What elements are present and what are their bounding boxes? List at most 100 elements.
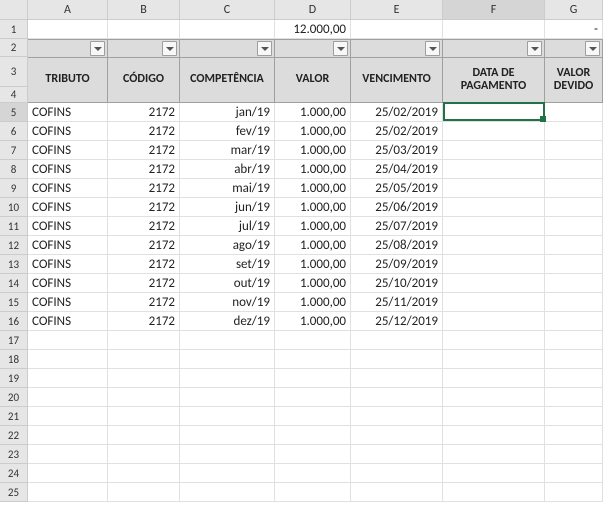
- cell-codigo[interactable]: 2172: [108, 293, 180, 312]
- cell[interactable]: [443, 369, 545, 388]
- header-vencimento[interactable]: VENCIMENTO: [351, 57, 443, 103]
- filter-dropdown-icon[interactable]: [425, 41, 440, 56]
- cell[interactable]: [180, 464, 275, 483]
- cell-tributo[interactable]: COFINS: [28, 293, 108, 312]
- cell-competencia[interactable]: abr/19: [180, 160, 275, 179]
- cell-c1[interactable]: [180, 20, 275, 39]
- row-header-23[interactable]: 23: [0, 445, 28, 464]
- cell[interactable]: [275, 426, 351, 445]
- cell[interactable]: [28, 464, 108, 483]
- cell[interactable]: [351, 350, 443, 369]
- filter-dropdown-icon[interactable]: [162, 41, 177, 56]
- cell[interactable]: [275, 331, 351, 350]
- cell-valor-devido[interactable]: [545, 236, 603, 255]
- row-header-25[interactable]: 25: [0, 483, 28, 502]
- cell[interactable]: [351, 483, 443, 502]
- cell[interactable]: [443, 483, 545, 502]
- cell-data-pagamento[interactable]: [443, 236, 545, 255]
- col-header-c[interactable]: C: [180, 0, 275, 20]
- cell[interactable]: [545, 426, 603, 445]
- row-header-2[interactable]: 2: [0, 39, 28, 57]
- cell-vencimento[interactable]: 25/07/2019: [351, 217, 443, 236]
- cell[interactable]: [108, 407, 180, 426]
- cell-tributo[interactable]: COFINS: [28, 179, 108, 198]
- cell[interactable]: [28, 445, 108, 464]
- cell-competencia[interactable]: jan/19: [180, 103, 275, 122]
- cell-valor[interactable]: 1.000,00: [275, 122, 351, 141]
- cell-tributo[interactable]: COFINS: [28, 122, 108, 141]
- row-header-6[interactable]: 6: [0, 122, 28, 141]
- cell-tributo[interactable]: COFINS: [28, 312, 108, 331]
- cell-data-pagamento[interactable]: [443, 217, 545, 236]
- cell-codigo[interactable]: 2172: [108, 312, 180, 331]
- col-header-g[interactable]: G: [545, 0, 603, 20]
- row-header-16[interactable]: 16: [0, 312, 28, 331]
- cell[interactable]: [108, 464, 180, 483]
- cell[interactable]: [108, 445, 180, 464]
- col-header-d[interactable]: D: [275, 0, 351, 20]
- header-data-pagamento[interactable]: DATA DE PAGAMENTO: [443, 57, 545, 103]
- cell-valor-devido[interactable]: [545, 122, 603, 141]
- cell-vencimento[interactable]: 25/03/2019: [351, 141, 443, 160]
- row-header-4[interactable]: 4: [0, 87, 28, 103]
- cell[interactable]: [108, 483, 180, 502]
- row-header-19[interactable]: 19: [0, 369, 28, 388]
- cell-valor[interactable]: 1.000,00: [275, 217, 351, 236]
- cell-codigo[interactable]: 2172: [108, 103, 180, 122]
- cell[interactable]: [275, 369, 351, 388]
- cell[interactable]: [545, 445, 603, 464]
- cell-codigo[interactable]: 2172: [108, 255, 180, 274]
- row-header-5[interactable]: 5: [0, 103, 28, 122]
- cell-vencimento[interactable]: 25/02/2019: [351, 103, 443, 122]
- cell-data-pagamento[interactable]: [443, 198, 545, 217]
- row-header-17[interactable]: 17: [0, 331, 28, 350]
- row-header-7[interactable]: 7: [0, 141, 28, 160]
- cell[interactable]: [28, 483, 108, 502]
- select-all-corner[interactable]: [0, 0, 28, 20]
- cell[interactable]: [545, 407, 603, 426]
- row-header-11[interactable]: 11: [0, 217, 28, 236]
- cell[interactable]: [275, 483, 351, 502]
- cell-valor-devido[interactable]: [545, 160, 603, 179]
- cell-d1[interactable]: 12.000,00: [275, 20, 351, 39]
- cell-valor-devido[interactable]: [545, 103, 603, 122]
- cell[interactable]: [443, 445, 545, 464]
- cell-data-pagamento[interactable]: [443, 103, 545, 122]
- cell[interactable]: [180, 426, 275, 445]
- cell[interactable]: [275, 445, 351, 464]
- cell-valor-devido[interactable]: [545, 217, 603, 236]
- cell[interactable]: [108, 350, 180, 369]
- row-header-24[interactable]: 24: [0, 464, 28, 483]
- row-header-3[interactable]: 3: [0, 57, 28, 87]
- cell-tributo[interactable]: COFINS: [28, 198, 108, 217]
- cell-b1[interactable]: [108, 20, 180, 39]
- cell[interactable]: [275, 350, 351, 369]
- cell[interactable]: [28, 426, 108, 445]
- cell-competencia[interactable]: dez/19: [180, 312, 275, 331]
- cell[interactable]: [545, 483, 603, 502]
- cell-competencia[interactable]: jul/19: [180, 217, 275, 236]
- cell-data-pagamento[interactable]: [443, 312, 545, 331]
- filter-dropdown-icon[interactable]: [527, 41, 542, 56]
- cell-vencimento[interactable]: 25/04/2019: [351, 160, 443, 179]
- cell-data-pagamento[interactable]: [443, 179, 545, 198]
- cell[interactable]: [28, 407, 108, 426]
- cell-competencia[interactable]: mar/19: [180, 141, 275, 160]
- cell-vencimento[interactable]: 25/12/2019: [351, 312, 443, 331]
- cell-valor[interactable]: 1.000,00: [275, 236, 351, 255]
- cell[interactable]: [443, 388, 545, 407]
- header-valor-devido[interactable]: VALOR DEVIDO: [545, 57, 603, 103]
- cell[interactable]: [180, 483, 275, 502]
- cell-tributo[interactable]: COFINS: [28, 255, 108, 274]
- row-header-14[interactable]: 14: [0, 274, 28, 293]
- cell-valor[interactable]: 1.000,00: [275, 293, 351, 312]
- row-header-8[interactable]: 8: [0, 160, 28, 179]
- row-header-18[interactable]: 18: [0, 350, 28, 369]
- cell-competencia[interactable]: jun/19: [180, 198, 275, 217]
- col-header-e[interactable]: E: [351, 0, 443, 20]
- cell[interactable]: [443, 331, 545, 350]
- cell[interactable]: [108, 331, 180, 350]
- cell[interactable]: [351, 369, 443, 388]
- cell[interactable]: [443, 464, 545, 483]
- cell-vencimento[interactable]: 25/08/2019: [351, 236, 443, 255]
